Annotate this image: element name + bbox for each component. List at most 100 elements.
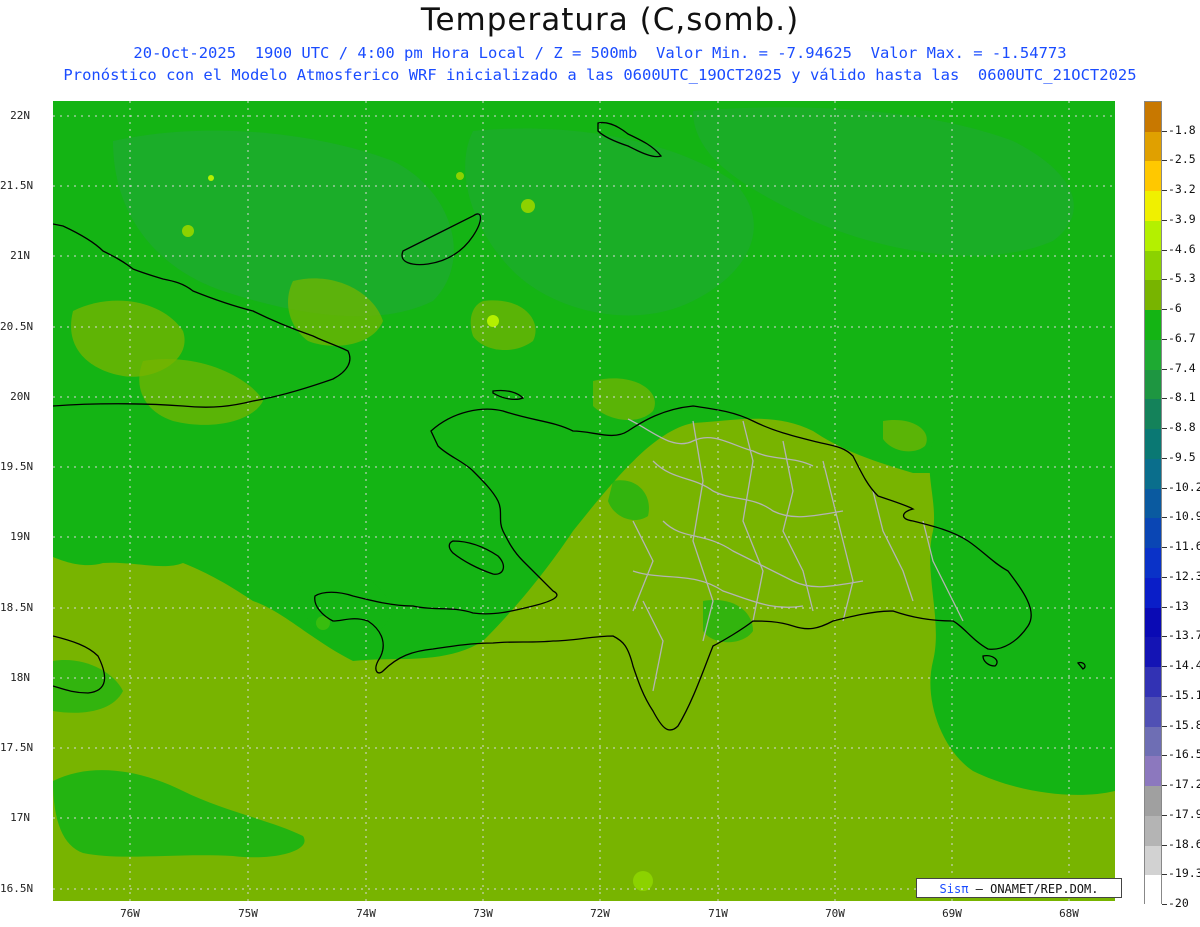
legend-label: -3.9 [1168, 211, 1196, 226]
legend-label: -7.4 [1168, 360, 1196, 375]
legend-swatch [1145, 131, 1161, 162]
legend-tick [1162, 160, 1167, 162]
legend-swatch [1145, 399, 1161, 430]
legend-tick [1162, 130, 1167, 132]
legend-label: -17.2 [1168, 777, 1200, 792]
lat-label: 19N [10, 530, 30, 543]
map-title: Temperatura (C,somb.) [420, 2, 800, 38]
legend-label: -10.9 [1168, 509, 1200, 524]
legend-swatch [1145, 607, 1161, 638]
legend-tick [1162, 487, 1167, 489]
legend-tick [1162, 576, 1167, 578]
legend-label: -3.2 [1168, 182, 1196, 197]
lat-label: 20.5N [0, 320, 34, 333]
legend-label: -15.1 [1168, 687, 1200, 702]
legend-swatch [1145, 577, 1161, 608]
valid-time-line: 20-Oct-2025 1900 UTC / 4:00 pm Hora Loca… [133, 44, 1067, 62]
legend-tick [1162, 636, 1167, 638]
legend-label: -17.9 [1168, 806, 1200, 821]
legend-tick [1162, 368, 1167, 370]
legend-swatch [1145, 458, 1161, 489]
legend-tick [1162, 457, 1167, 459]
legend-label: -11.6 [1168, 539, 1200, 554]
legend-label: -8.8 [1168, 420, 1196, 435]
lat-label: 16.5N [0, 882, 34, 895]
legend-swatch [1145, 548, 1161, 579]
legend-swatch [1145, 250, 1161, 281]
legend-tick [1162, 666, 1167, 668]
legend-swatch [1145, 280, 1161, 311]
legend-label: -19.3 [1168, 866, 1200, 881]
legend-tick [1162, 309, 1167, 311]
legend-tick [1162, 606, 1167, 608]
lat-label: 20N [10, 390, 30, 403]
legend-label: -20 [1168, 896, 1189, 910]
legend-swatch [1145, 339, 1161, 370]
legend-tick [1162, 428, 1167, 430]
legend-label: -6 [1168, 301, 1182, 316]
legend-label: -6.7 [1168, 330, 1196, 345]
lon-label: 75W [238, 907, 258, 920]
legend-swatch [1145, 756, 1161, 787]
color-legend [1144, 101, 1162, 906]
lon-label: 70W [825, 907, 845, 920]
legend-label: -13 [1168, 598, 1189, 613]
legend-label: -2.5 [1168, 152, 1196, 167]
legend-label: -8.1 [1168, 390, 1196, 405]
legend-tick [1162, 219, 1167, 221]
legend-tick [1162, 190, 1167, 192]
legend-label: -14.4 [1168, 658, 1200, 673]
legend-swatch [1145, 220, 1161, 251]
legend-label: -12.3 [1168, 568, 1200, 583]
legend-swatch [1145, 696, 1161, 727]
legend-swatch [1145, 369, 1161, 400]
legend-tick [1162, 814, 1167, 816]
lat-label: 21N [10, 249, 30, 262]
legend-swatch [1145, 726, 1161, 757]
legend-label: -13.7 [1168, 628, 1200, 643]
legend-swatch [1145, 786, 1161, 817]
legend-swatch [1145, 191, 1161, 222]
model-info-line: Pronóstico con el Modelo Atmosferico WRF… [63, 66, 1137, 84]
lat-label: 18.5N [0, 601, 34, 614]
lon-label: 76W [120, 907, 140, 920]
legend-label: -4.6 [1168, 241, 1196, 256]
credit-org: – ONAMET/REP.DOM. [975, 882, 1099, 896]
credit-box: Sisπ – ONAMET/REP.DOM. [916, 878, 1122, 898]
legend-swatch [1145, 518, 1161, 549]
sis-logo: Sisπ [939, 882, 969, 896]
legend-tick [1162, 249, 1167, 251]
lat-label: 17N [10, 811, 30, 824]
legend-label: -1.8 [1168, 122, 1196, 137]
legend-tick [1162, 725, 1167, 727]
legend-tick [1162, 398, 1167, 400]
legend-label: -10.2 [1168, 479, 1200, 494]
legend-swatch [1145, 429, 1161, 460]
legend-label: -5.3 [1168, 271, 1196, 286]
legend-swatch [1145, 637, 1161, 668]
lat-label: 18N [10, 671, 30, 684]
legend-label: -18.6 [1168, 836, 1200, 851]
lon-label: 68W [1059, 907, 1079, 920]
lon-label: 74W [356, 907, 376, 920]
legend-swatch [1145, 102, 1161, 132]
legend-tick [1162, 695, 1167, 697]
legend-swatch [1145, 845, 1161, 876]
legend-tick [1162, 874, 1167, 876]
lon-label: 73W [473, 907, 493, 920]
lat-label: 19.5N [0, 460, 34, 473]
lat-label: 17.5N [0, 741, 34, 754]
legend-swatch [1145, 310, 1161, 341]
legend-tick [1162, 547, 1167, 549]
temperature-map [53, 101, 1115, 901]
legend-tick [1162, 279, 1167, 281]
lon-label: 71W [708, 907, 728, 920]
legend-swatch [1145, 161, 1161, 192]
legend-tick [1162, 517, 1167, 519]
lat-label: 21.5N [0, 179, 34, 192]
legend-tick [1162, 338, 1167, 340]
legend-swatch [1145, 488, 1161, 519]
lon-label: 72W [590, 907, 610, 920]
lat-label: 22N [10, 109, 30, 122]
legend-tick [1162, 755, 1167, 757]
